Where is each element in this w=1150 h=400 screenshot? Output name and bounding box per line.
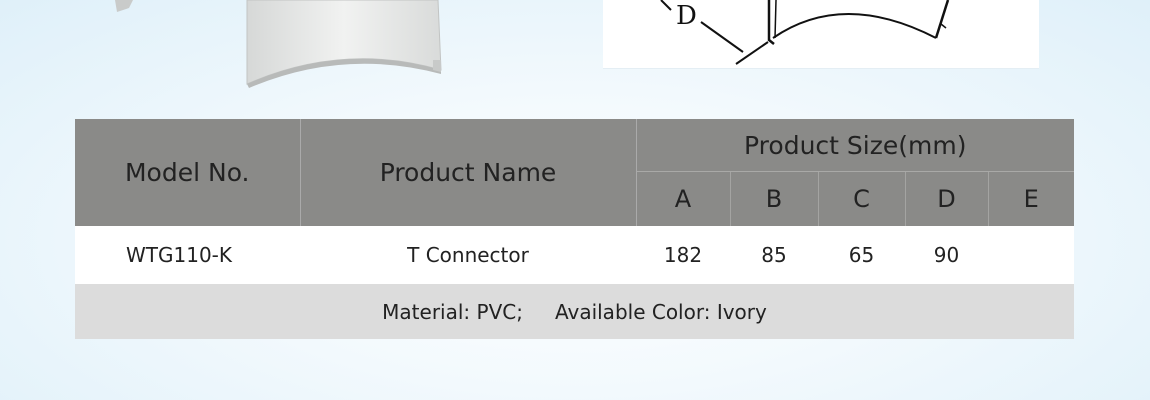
cell-size-a: 182 bbox=[636, 226, 730, 284]
header-product-name: Product Name bbox=[300, 119, 637, 226]
material-note-row: Material: PVC; Available Color: Ivory bbox=[75, 284, 1075, 339]
cell-size-b: 85 bbox=[730, 226, 818, 284]
cell-size-c: 65 bbox=[818, 226, 905, 284]
header-model-no: Model No. bbox=[75, 119, 301, 226]
cell-product-name: T Connector bbox=[300, 226, 636, 284]
material-note: Material: PVC; Available Color: Ivory bbox=[75, 284, 1075, 339]
header-size-e: E bbox=[988, 171, 1075, 226]
cell-model: WTG110-K bbox=[75, 226, 300, 284]
cell-size-e bbox=[988, 226, 1075, 284]
header-size-d: D bbox=[905, 171, 989, 226]
dimension-label-d: D bbox=[676, 1, 697, 31]
header-size-c: C bbox=[818, 171, 906, 226]
material-text: Material: PVC; bbox=[382, 299, 523, 324]
color-text: Available Color: Ivory bbox=[554, 299, 767, 324]
product-photo bbox=[115, 0, 455, 90]
table-row: WTG110-K T Connector 182 85 65 90 bbox=[75, 226, 1075, 284]
cell-size-d: 90 bbox=[905, 226, 988, 284]
header-size-a: A bbox=[636, 171, 731, 226]
header-product-size: Product Size(mm) bbox=[636, 119, 1075, 172]
spec-table: Model No. Product Name Product Size(mm) … bbox=[75, 119, 1075, 339]
header-size-b: B bbox=[730, 171, 819, 226]
dimension-diagram: D bbox=[603, 0, 1039, 69]
